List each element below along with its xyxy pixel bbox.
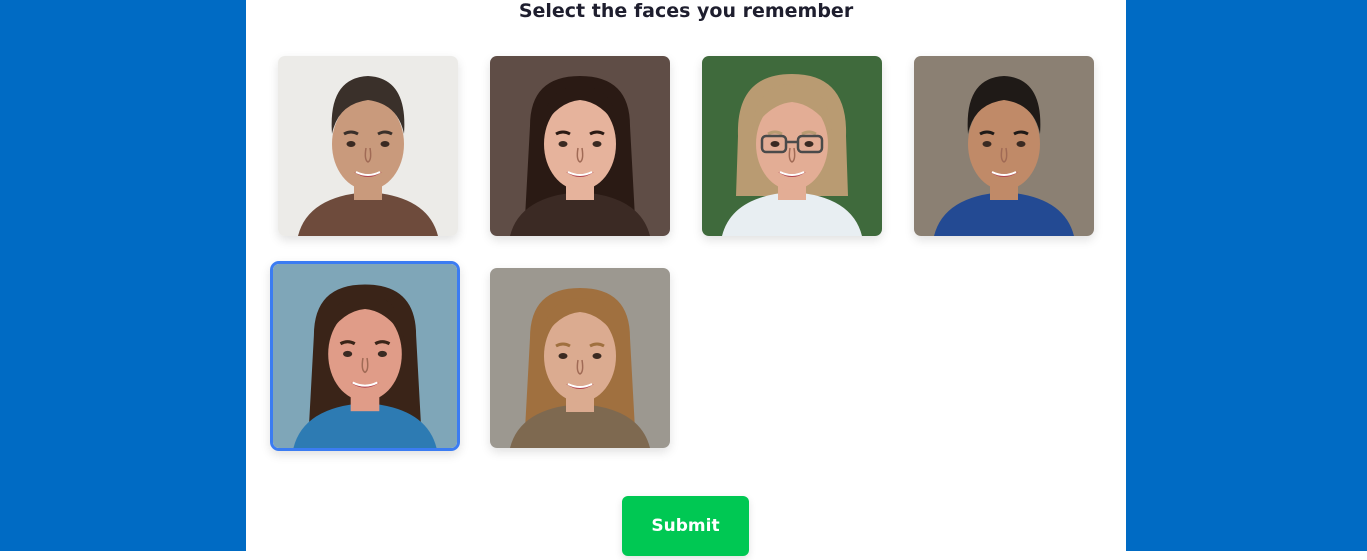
- page-title: Select the faces you remember: [518, 0, 854, 22]
- face-selection-card: Select the faces you remember Submit: [246, 0, 1126, 560]
- face-tile-4[interactable]: [914, 56, 1094, 236]
- face-tile-2[interactable]: [490, 56, 670, 236]
- face-photo-6: [490, 268, 670, 448]
- submit-button[interactable]: Submit: [622, 496, 749, 556]
- face-tile-1[interactable]: [278, 56, 458, 236]
- face-photo-2: [490, 56, 670, 236]
- face-photo-5: [273, 264, 457, 448]
- face-tile-5[interactable]: [270, 261, 460, 451]
- face-tile-6[interactable]: [490, 268, 670, 448]
- face-photo-3: [702, 56, 882, 236]
- face-photo-1: [278, 56, 458, 236]
- face-tile-3[interactable]: [702, 56, 882, 236]
- face-photo-4: [914, 56, 1094, 236]
